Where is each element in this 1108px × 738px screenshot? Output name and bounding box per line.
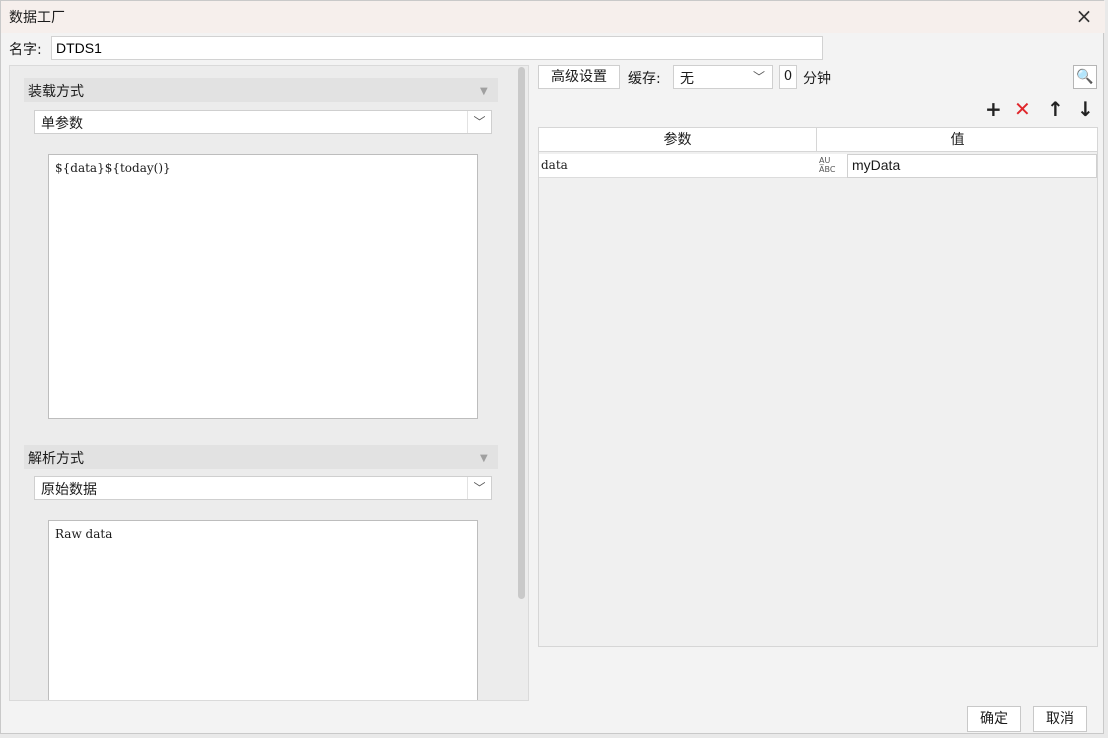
data-factory-dialog: 数据工厂 × 名字: 装载方式 ▼ 单参数 ﹀ ${data}${today()… bbox=[0, 0, 1105, 734]
chevron-down-icon[interactable]: ﹀ bbox=[746, 65, 772, 89]
param-value-input[interactable]: myData bbox=[847, 154, 1097, 178]
param-name-cell: data bbox=[541, 158, 568, 172]
left-panel: 装载方式 ▼ 单参数 ﹀ ${data}${today()} 解析方式 ▼ 原始… bbox=[9, 65, 529, 701]
preview-icon[interactable]: 🔍 bbox=[1073, 65, 1097, 89]
dialog-title: 数据工厂 bbox=[9, 10, 65, 26]
load-script-editor[interactable]: ${data}${today()} bbox=[48, 154, 478, 419]
parse-mode-select[interactable]: 原始数据 ﹀ bbox=[34, 476, 492, 500]
delete-icon[interactable]: ✕ bbox=[1014, 97, 1031, 121]
column-header-value: 值 bbox=[950, 132, 965, 148]
column-header-param: 参数 bbox=[539, 128, 817, 152]
add-icon[interactable]: + bbox=[985, 97, 1002, 121]
table-header: 参数 值 bbox=[539, 128, 1097, 152]
cache-value: 无 bbox=[680, 71, 694, 87]
move-up-icon[interactable]: ↑ bbox=[1047, 97, 1064, 121]
parse-mode-value: 原始数据 bbox=[41, 482, 97, 498]
params-table: 参数 值 data A̲U ABC myData bbox=[538, 127, 1098, 647]
parse-script-text: Raw data bbox=[55, 527, 113, 541]
abc-type-icon[interactable]: A̲U ABC bbox=[819, 156, 845, 176]
collapse-arrow-icon[interactable]: ▼ bbox=[480, 453, 488, 464]
load-mode-value: 单参数 bbox=[41, 116, 83, 132]
table-row[interactable]: data A̲U ABC myData bbox=[539, 154, 1097, 178]
load-section-title: 装载方式 bbox=[28, 84, 84, 100]
left-scrollbar[interactable] bbox=[518, 67, 525, 599]
cache-minutes-input[interactable]: 0 bbox=[779, 65, 797, 89]
name-label: 名字: bbox=[9, 42, 42, 58]
cache-label: 缓存: bbox=[628, 71, 661, 87]
name-input[interactable] bbox=[51, 36, 823, 60]
chevron-down-icon[interactable]: ﹀ bbox=[467, 477, 491, 499]
move-down-icon[interactable]: ↓ bbox=[1077, 97, 1094, 121]
ok-button[interactable]: 确定 bbox=[967, 706, 1021, 732]
title-bar: 数据工厂 × bbox=[1, 1, 1105, 33]
parse-script-editor[interactable]: Raw data bbox=[48, 520, 478, 700]
collapse-arrow-icon[interactable]: ▼ bbox=[480, 86, 488, 97]
advanced-settings-button[interactable]: 高级设置 bbox=[538, 65, 620, 89]
parse-section-title: 解析方式 bbox=[28, 451, 84, 467]
load-mode-select[interactable]: 单参数 ﹀ bbox=[34, 110, 492, 134]
close-icon[interactable]: × bbox=[1067, 3, 1101, 31]
load-section-header[interactable]: 装载方式 ▼ bbox=[24, 78, 498, 102]
chevron-down-icon[interactable]: ﹀ bbox=[467, 111, 491, 133]
load-script-text: ${data}${today()} bbox=[55, 161, 171, 175]
minutes-unit-label: 分钟 bbox=[803, 71, 831, 87]
parse-section-header[interactable]: 解析方式 ▼ bbox=[24, 445, 498, 469]
cancel-button[interactable]: 取消 bbox=[1033, 706, 1087, 732]
